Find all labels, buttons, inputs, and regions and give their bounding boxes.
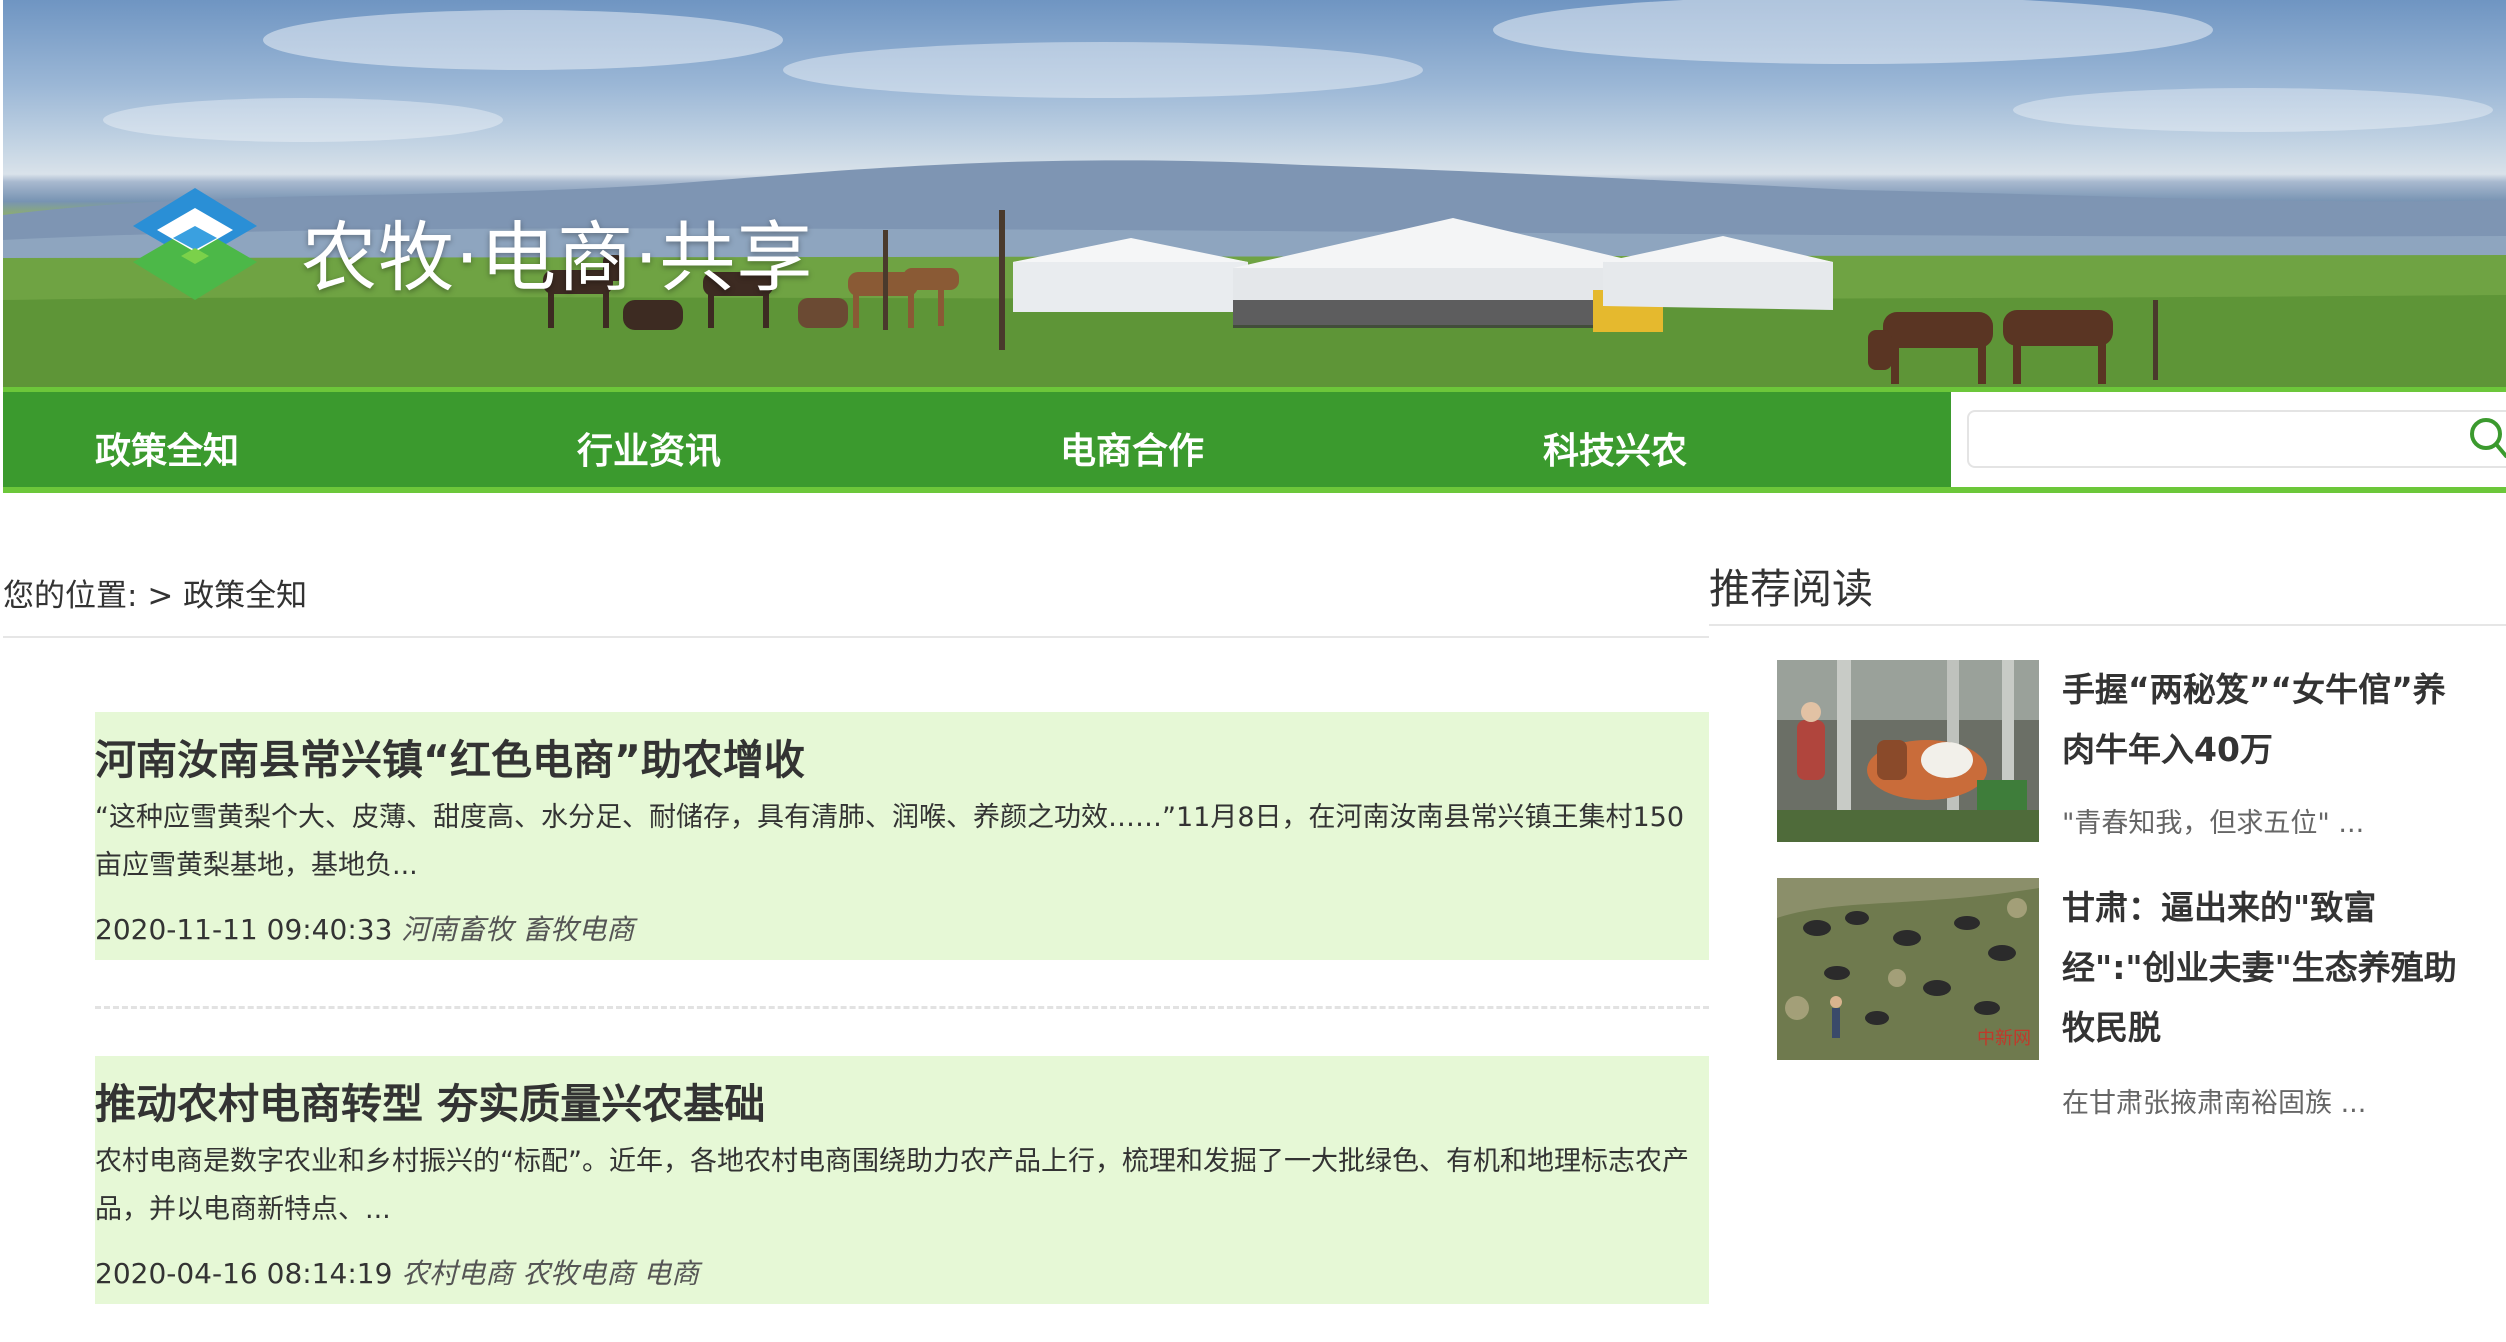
breadcrumb-divider [3,636,1709,638]
recommended-item[interactable]: 手握“两秘笈”“女牛倌”养肉牛年入40万 "青春知我，但求五位" ... [1777,660,2506,860]
site-title: 农牧·电商·共享 [301,213,814,302]
article-item[interactable]: 推动农村电商转型 夯实质量兴农基础 农村电商是数字农业和乡村振兴的“标配”。近年… [95,1056,1709,1304]
article-date: 2020-11-11 09:40:33 [95,913,393,946]
article-summary: “这种应雪黄梨个大、皮薄、甜度高、水分足、耐储存，具有清肺、润喉、养颜之功效……… [95,802,1685,881]
recommended-summary: "青春知我，但求五位" ... [2062,808,2365,839]
banner-landscape-image [3,0,2506,387]
breadcrumb-prefix: 您的位置: [3,578,138,614]
article-meta: 2020-11-11 09:40:33 河南畜牧 畜牧电商 [95,908,634,948]
recommended-item[interactable]: 中新网 甘肃：逼出来的"致富经":"创业夫妻"生态养殖助牧民脱 在甘肃张掖肃南裕… [1777,878,2506,1119]
article-meta: 2020-04-16 08:14:19 农村电商 农牧电商 电商 [95,1252,699,1292]
recommended-thumbnail[interactable]: 中新网 [1777,878,2039,1060]
site-logo-icon[interactable] [129,186,261,302]
breadcrumb: 您的位置: > 政策全知 [3,570,307,615]
recommended-title[interactable]: 手握“两秘笈”“女牛倌”养肉牛年入40万 [2062,660,2462,780]
sidebar-divider [1709,624,2506,626]
search-area [1951,392,2506,487]
article-summary: 农村电商是数字农业和乡村振兴的“标配”。近年，各地农村电商围绕助力农产品上行，梳… [95,1146,1689,1225]
recommended-title[interactable]: 甘肃：逼出来的"致富经":"创业夫妻"生态养殖助牧民脱 [2062,878,2462,1058]
sidebar-heading: 推荐阅读 [1709,565,1873,613]
article-tags[interactable]: 农村电商 农牧电商 电商 [401,1257,699,1290]
article-item[interactable]: 河南汝南县常兴镇“红色电商”助农增收 “这种应雪黄梨个大、皮薄、甜度高、水分足、… [95,712,1709,960]
breadcrumb-separator: > [147,578,174,614]
recommended-thumbnail[interactable] [1777,660,2039,842]
nav-item-industry-news[interactable]: 行业资讯 [577,422,721,474]
search-input[interactable] [1967,410,2506,468]
article-tags[interactable]: 河南畜牧 畜牧电商 [401,913,634,946]
nav-item-tech-agriculture[interactable]: 科技兴农 [1543,422,1687,474]
nav-item-ecommerce-cooperation[interactable]: 电商合作 [1060,422,1204,474]
article-title[interactable]: 河南汝南县常兴镇“红色电商”助农增收 [95,726,805,786]
article-title[interactable]: 推动农村电商转型 夯实质量兴农基础 [95,1070,765,1130]
article-divider [95,1006,1709,1009]
article-date: 2020-04-16 08:14:19 [95,1257,393,1290]
nav-item-policy[interactable]: 政策全知 [95,422,239,474]
recommended-summary: 在甘肃张掖肃南裕固族 ... [2062,1088,2367,1119]
search-icon[interactable] [2466,416,2506,460]
breadcrumb-current[interactable]: 政策全知 [183,578,307,614]
main-nav: 政策全知 行业资讯 电商合作 科技兴农 [3,387,2506,493]
thumbnail-watermark: 中新网 [1977,1028,2031,1049]
header-banner: 农牧·电商·共享 [3,0,2506,387]
